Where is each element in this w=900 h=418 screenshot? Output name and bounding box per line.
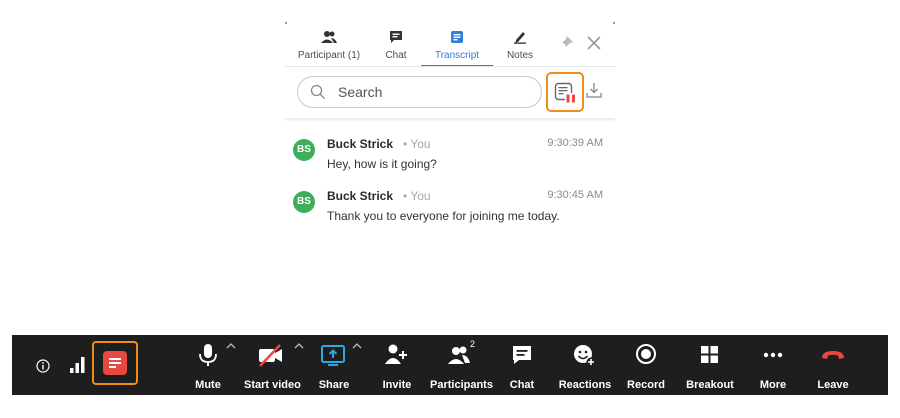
download-icon [586,83,602,98]
connection-signal-icon [70,357,86,378]
tab-participants[interactable]: Participant (1) [293,30,365,64]
invite-button[interactable]: Invite [378,343,416,391]
leave-meeting-button[interactable]: Leave [812,343,854,391]
record-icon [626,343,666,369]
share-screen-button[interactable]: Share [312,343,362,391]
tab-label: Participant (1) [297,50,361,61]
transcript-entry: BS Buck Strick • You 9:30:39 AM Hey, how… [293,137,603,177]
live-transcript-toggle-button[interactable] [546,72,584,112]
chevron-up-icon [352,343,362,349]
tool-label: Invite [382,379,412,391]
more-icon [756,343,790,369]
breakout-icon [684,343,736,369]
search-divider [285,118,615,122]
you-tag: • You [403,189,431,203]
chevron-up-icon [226,343,236,349]
tool-label: Reactions [558,379,612,391]
meeting-toolbar: Mute Start video Share Invite 2 Particip… [12,335,888,395]
tab-label: Chat [385,50,407,61]
tool-label: Mute [195,379,221,391]
tool-label: More [759,379,787,391]
message-text: Hey, how is it going? [327,157,437,171]
tool-label: Participants [430,379,493,391]
close-icon [587,36,601,50]
microphone-icon [186,343,236,369]
chevron-up-icon [294,343,304,349]
mute-button[interactable]: Mute [186,343,236,391]
share-screen-icon [312,343,362,369]
chat-icon [506,343,538,369]
tab-transcript[interactable]: Transcript [421,30,493,64]
panel-tabs: Participant (1) Chat Transcript Notes [285,22,615,67]
participants-icon [293,30,365,47]
tabs-divider [285,66,615,67]
meeting-info-button[interactable] [36,359,50,378]
pin-button[interactable] [557,34,575,52]
closed-caption-button[interactable] [92,341,138,385]
sender-name: Buck Strick [327,137,394,151]
message-time: 9:30:39 AM [547,137,603,149]
pin-icon [559,36,573,50]
tab-notes[interactable]: Notes [503,30,537,64]
message-text: Thank you to everyone for joining me tod… [327,209,560,223]
avatar: BS [293,139,315,161]
sender-name: Buck Strick [327,189,394,203]
you-tag: • You [403,137,431,151]
transcript-entry: BS Buck Strick • You 9:30:45 AM Thank yo… [293,189,603,229]
download-transcript-button[interactable] [585,81,603,104]
transcript-icon [421,30,493,47]
invite-icon [378,343,416,369]
tab-label: Notes [506,50,534,61]
breakout-rooms-button[interactable]: Breakout [684,343,736,391]
tool-label: Chat [509,379,535,391]
info-icon [36,359,50,373]
participants-button[interactable]: 2 Participants [430,339,493,391]
chat-button[interactable]: Chat [506,343,538,391]
tool-label: Record [627,379,665,391]
reactions-icon [558,343,612,369]
search-box[interactable] [297,76,542,108]
live-transcript-icon [554,82,577,104]
tool-label: Share [318,379,350,391]
search-input[interactable] [338,82,528,102]
tab-chat[interactable]: Chat [379,30,413,64]
chat-icon [379,30,413,47]
captions-icon [103,351,127,375]
leave-icon [812,343,854,369]
video-off-icon [244,343,304,369]
tool-label: Start video [244,379,301,391]
start-video-button[interactable]: Start video [244,343,304,391]
message-time: 9:30:45 AM [547,189,603,201]
participant-count-badge: 2 [470,339,476,349]
close-panel-button[interactable] [585,34,603,52]
avatar: BS [293,191,315,213]
participants-icon: 2 [430,339,490,369]
tool-label: Leave [817,379,849,391]
more-button[interactable]: More [756,343,790,391]
transcript-panel: Participant (1) Chat Transcript Notes Se… [285,22,615,232]
record-button[interactable]: Record [626,343,666,391]
notes-icon [503,30,537,47]
reactions-button[interactable]: Reactions [558,343,612,391]
search-icon [310,84,326,105]
tool-label: Breakout [686,379,734,391]
tab-label: Transcript [434,50,480,61]
